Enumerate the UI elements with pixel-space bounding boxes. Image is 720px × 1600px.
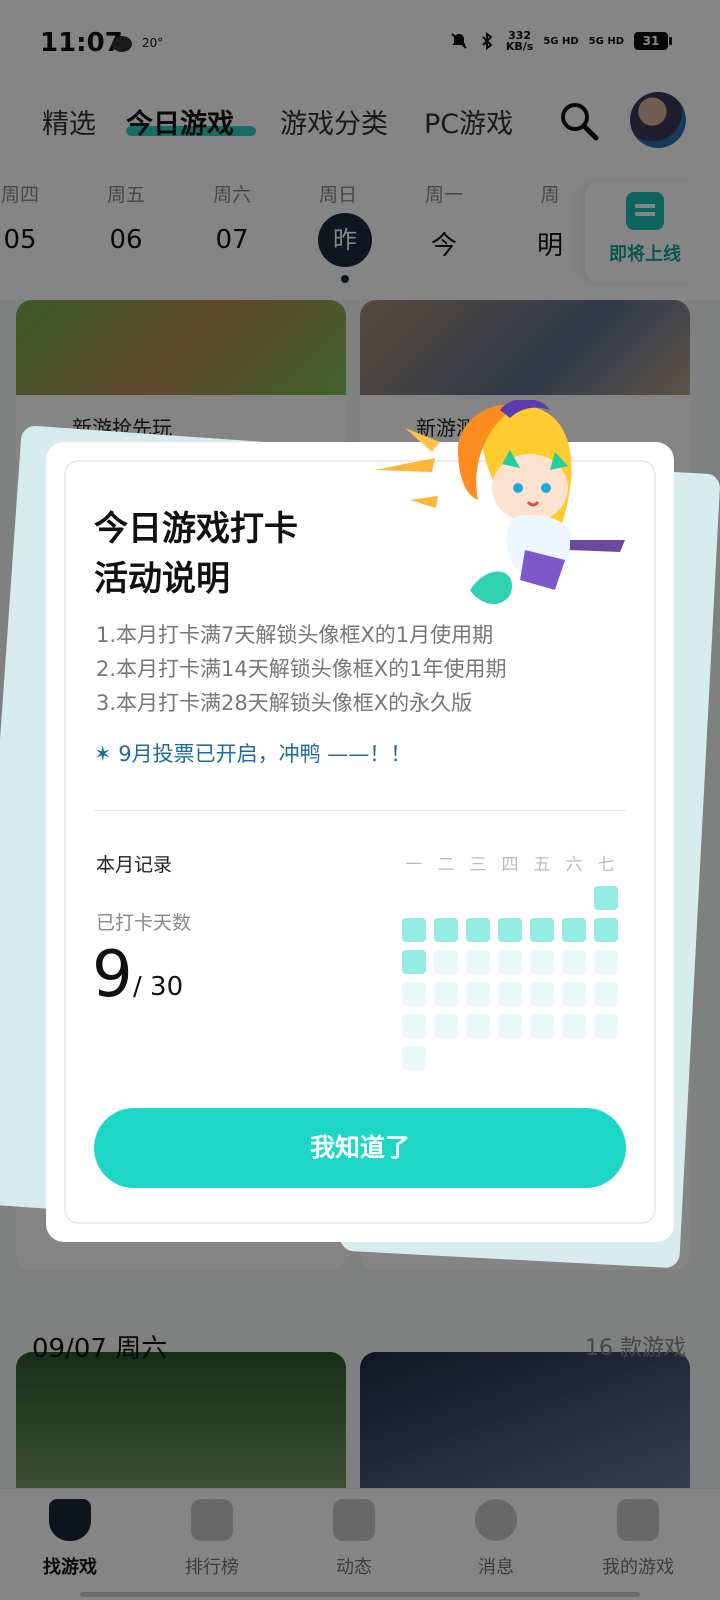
calendar-day-cell xyxy=(498,918,522,942)
calendar-day-cell xyxy=(594,982,618,1006)
rule-item: 3.本月打卡满28天解锁头像框Ⅹ的永久版 xyxy=(96,691,473,715)
weekday-label: 四 xyxy=(501,855,519,875)
mascot-illustration xyxy=(375,400,625,605)
calendar-day-cell xyxy=(498,1014,522,1038)
calendar-day-cell xyxy=(498,982,522,1006)
calendar-day-cell xyxy=(466,950,490,974)
calendar-day-cell xyxy=(594,1014,618,1038)
calendar-day-cell xyxy=(594,918,618,942)
calendar-week-header: 一 二 三 四 五 六 七 xyxy=(402,850,622,875)
checked-days-label: 已打卡天数 xyxy=(96,912,192,934)
calendar-day-cell xyxy=(530,918,554,942)
calendar-day-cell xyxy=(562,950,586,974)
calendar-day-cell xyxy=(530,982,554,1006)
weekday-label: 五 xyxy=(533,855,551,875)
modal-title: 今日游戏打卡 活动说明 xyxy=(94,509,298,599)
weekday-label: 一 xyxy=(405,855,423,875)
calendar-day-cell xyxy=(402,1046,426,1070)
calendar-day-cell xyxy=(530,1014,554,1038)
total-days: / 30 xyxy=(133,972,184,1002)
weekday-label: 二 xyxy=(437,855,455,875)
acknowledge-button[interactable]: 我知道了 xyxy=(94,1108,626,1188)
calendar-day-cell xyxy=(530,950,554,974)
calendar-day-cell xyxy=(402,950,426,974)
calendar-day-cell xyxy=(434,918,458,942)
calendar-day-cell xyxy=(466,918,490,942)
calendar-day-cell xyxy=(434,1014,458,1038)
divider xyxy=(94,810,626,811)
monthly-record-label: 本月记录 xyxy=(96,854,173,876)
calendar-day-cell xyxy=(562,1014,586,1038)
calendar-day-cell xyxy=(594,886,618,910)
calendar-day-cell xyxy=(434,950,458,974)
calendar-day-cell xyxy=(402,982,426,1006)
rules-list: 1.本月打卡满7天解锁头像框Ⅹ的1月使用期 2.本月打卡满14天解锁头像框Ⅹ的1… xyxy=(96,618,616,720)
calendar-day-cell xyxy=(594,950,618,974)
weekday-label: 七 xyxy=(597,855,615,875)
rule-item: 1.本月打卡满7天解锁头像框Ⅹ的1月使用期 xyxy=(96,623,494,647)
calendar-day-cell xyxy=(562,982,586,1006)
vote-announcement[interactable]: ✶ 9月投票已开启，冲鸭 ——！！ xyxy=(94,738,411,768)
weekday-label: 三 xyxy=(469,855,487,875)
calendar-day-cell xyxy=(402,1014,426,1038)
calendar-day-cell xyxy=(466,1014,490,1038)
calendar-day-cell xyxy=(466,982,490,1006)
calendar-day-cell xyxy=(434,982,458,1006)
checkin-calendar-grid xyxy=(402,886,622,1070)
calendar-day-cell xyxy=(562,918,586,942)
calendar-day-cell xyxy=(498,950,522,974)
weekday-label: 六 xyxy=(565,855,583,875)
calendar-day-cell xyxy=(402,918,426,942)
rule-item: 2.本月打卡满14天解锁头像框Ⅹ的1年使用期 xyxy=(96,657,507,681)
checked-days-count: 9 xyxy=(92,938,133,1012)
